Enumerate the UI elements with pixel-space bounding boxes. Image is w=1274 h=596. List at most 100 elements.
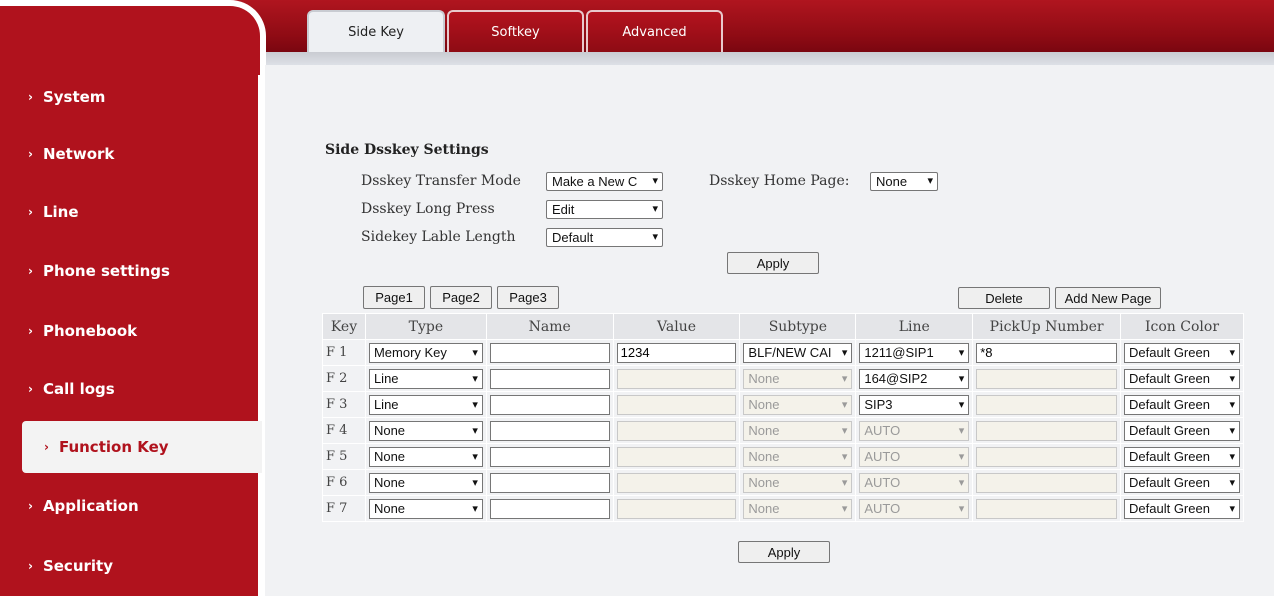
name-input[interactable] [489, 472, 610, 493]
long-press-label: Dsskey Long Press [361, 201, 495, 217]
long-press-select[interactable]: Edit ▾ [546, 200, 663, 219]
select-value: None [748, 422, 780, 438]
pickup-input[interactable] [976, 498, 1118, 519]
sidebar-item-label: Call logs [42, 380, 115, 398]
value-input[interactable] [616, 394, 737, 415]
name-input[interactable] [489, 394, 610, 415]
subtype-select[interactable]: None ▾ [743, 368, 853, 389]
line-select[interactable]: 164@SIP2 ▾ [859, 368, 970, 389]
type-select[interactable]: Line ▾ [368, 368, 483, 389]
select-value: Line [373, 396, 399, 412]
icon-color-select[interactable]: Default Green ▾ [1124, 394, 1240, 415]
line-select[interactable]: AUTO ▾ [859, 446, 970, 467]
icon-color-select[interactable]: Default Green ▾ [1124, 420, 1240, 441]
name-input[interactable] [489, 420, 610, 441]
value-input[interactable] [616, 420, 737, 441]
pickup-input[interactable] [976, 472, 1118, 493]
subtype-select[interactable]: BLF/NEW CAI ▾ [743, 342, 853, 363]
delete-page-button[interactable]: Delete [958, 287, 1050, 309]
select-value: 1211@SIP1 [864, 344, 934, 360]
page2-button[interactable]: Page2 [430, 286, 492, 309]
tab-side-key[interactable]: Side Key [307, 10, 445, 52]
subtype-select[interactable]: None ▾ [743, 498, 853, 519]
value-input[interactable] [616, 498, 737, 519]
line-select[interactable]: SIP3 ▾ [859, 394, 970, 415]
pickup-input[interactable]: *8 [976, 342, 1118, 363]
icon-color-select[interactable]: Default Green ▾ [1124, 472, 1240, 493]
name-input[interactable] [489, 498, 610, 519]
transfer-mode-select[interactable]: Make a New C ▾ [546, 172, 663, 191]
select-value: AUTO [864, 422, 901, 438]
dsskey-table: Key Type Name Value Subtype Line PickUp … [322, 313, 1244, 522]
select-value: Default Green [1129, 448, 1210, 464]
name-input[interactable] [489, 342, 610, 363]
apply-table-button[interactable]: Apply [738, 541, 830, 563]
type-select[interactable]: None ▾ [368, 446, 483, 467]
chevron-down-icon: ▾ [470, 473, 478, 492]
line-select[interactable]: AUTO ▾ [859, 420, 970, 441]
header-type: Type [364, 313, 487, 340]
sidebar-item-function-key[interactable]: › Function Key [22, 421, 262, 473]
value-cell [612, 443, 741, 470]
value-cell [612, 469, 741, 496]
type-select[interactable]: None ▾ [368, 498, 483, 519]
chevron-down-icon: ▾ [956, 421, 965, 440]
sidebar-item-application[interactable]: › Application [0, 480, 258, 532]
type-select[interactable]: Memory Key ▾ [368, 342, 483, 363]
name-cell [485, 365, 614, 392]
type-select[interactable]: None ▾ [368, 472, 483, 493]
sidebar-item-security[interactable]: › Security [0, 540, 258, 592]
pickup-input[interactable] [976, 420, 1118, 441]
page3-button[interactable]: Page3 [497, 286, 559, 309]
apply-settings-button[interactable]: Apply [727, 252, 819, 274]
line-cell: AUTO ▾ [855, 469, 974, 496]
icon-color-select[interactable]: Default Green ▾ [1124, 368, 1240, 389]
icon-color-select[interactable]: Default Green ▾ [1124, 446, 1240, 467]
add-new-page-button[interactable]: Add New Page [1055, 287, 1161, 309]
subtype-select[interactable]: None ▾ [743, 472, 853, 493]
pickup-input[interactable] [976, 394, 1118, 415]
select-value: Make a New C [552, 174, 638, 189]
type-select[interactable]: Line ▾ [368, 394, 483, 415]
tab-advanced[interactable]: Advanced [586, 10, 723, 52]
chevron-right-icon: › [44, 440, 49, 454]
header-pickup: PickUp Number [972, 313, 1122, 340]
select-value: Default Green [1129, 396, 1210, 412]
chevron-down-icon: ▾ [470, 447, 478, 466]
subtype-select[interactable]: None ▾ [743, 446, 853, 467]
home-page-label: Dsskey Home Page: [709, 173, 850, 189]
value-cell: 1234 [612, 339, 741, 366]
icon-color-select[interactable]: Default Green ▾ [1124, 498, 1240, 519]
pickup-input[interactable] [976, 368, 1118, 389]
icon-color-select[interactable]: Default Green ▾ [1124, 342, 1240, 363]
value-input[interactable] [616, 368, 737, 389]
tab-softkey[interactable]: Softkey [447, 10, 584, 52]
lable-length-select[interactable]: Default ▾ [546, 228, 663, 247]
home-page-select[interactable]: None ▾ [870, 172, 938, 191]
line-select[interactable]: 1211@SIP1 ▾ [859, 342, 970, 363]
sidebar-item-call-logs[interactable]: › Call logs [0, 363, 258, 415]
sidebar-top-curve [0, 0, 266, 75]
line-select[interactable]: AUTO ▾ [859, 472, 970, 493]
select-value: SIP3 [864, 396, 893, 412]
subtype-select[interactable]: None ▾ [743, 420, 853, 441]
sidebar-item-phonebook[interactable]: › Phonebook [0, 305, 258, 357]
sidebar-item-system[interactable]: › System [0, 71, 258, 123]
sidebar-item-phone-settings[interactable]: › Phone settings [0, 245, 258, 297]
sidebar-item-network[interactable]: › Network [0, 128, 258, 180]
subtype-select[interactable]: None ▾ [743, 394, 853, 415]
subtype-cell: None ▾ [739, 495, 857, 522]
pickup-input[interactable] [976, 446, 1118, 467]
line-select[interactable]: AUTO ▾ [859, 498, 970, 519]
value-input[interactable] [616, 472, 737, 493]
name-input[interactable] [489, 368, 610, 389]
section-title: Side Dsskey Settings [325, 142, 489, 158]
key-cell: F 2 [322, 365, 366, 392]
sidebar-item-line[interactable]: › Line [0, 186, 258, 238]
name-input[interactable] [489, 446, 610, 467]
icon-color-cell: Default Green ▾ [1120, 469, 1244, 496]
page1-button[interactable]: Page1 [363, 286, 425, 309]
value-input[interactable]: 1234 [616, 342, 737, 363]
value-input[interactable] [616, 446, 737, 467]
type-select[interactable]: None ▾ [368, 420, 483, 441]
